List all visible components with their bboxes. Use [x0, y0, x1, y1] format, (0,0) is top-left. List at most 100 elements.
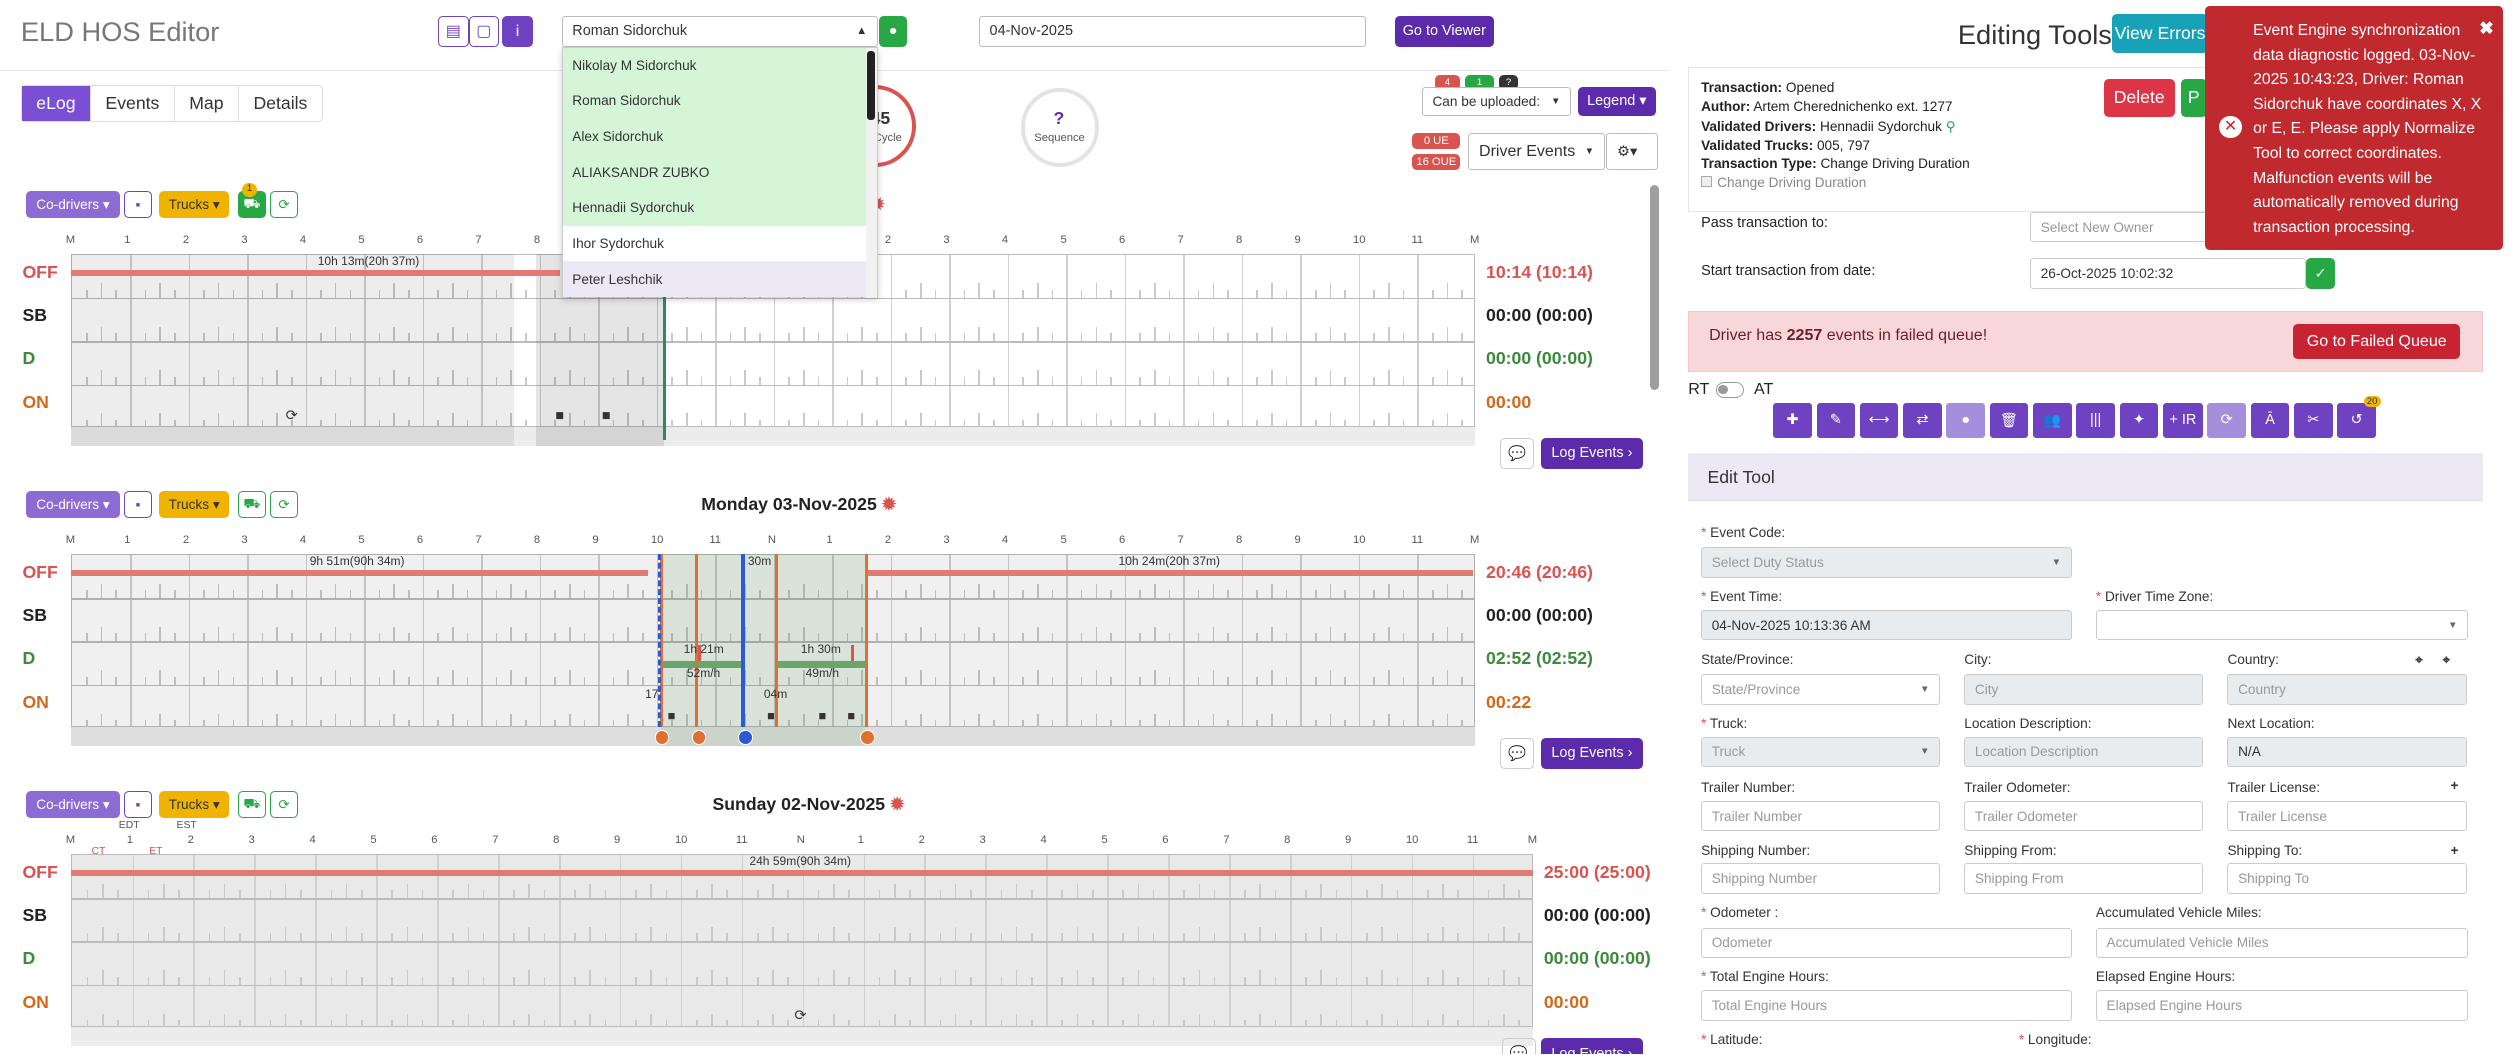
p-button[interactable]: P	[2180, 78, 2207, 118]
swap-icon[interactable]: ⇄	[1903, 402, 1942, 439]
view-errors-button[interactable]: View Errors	[2111, 14, 2209, 53]
refresh-icon[interactable]: ⟳	[269, 491, 299, 519]
dropdown-option[interactable]: Roman Sidorchuk	[562, 83, 877, 119]
truck-icon[interactable]: ▪	[123, 190, 153, 219]
normalize-icon[interactable]: Ā	[2250, 402, 2290, 439]
pass-select[interactable]: Select New Owner	[2030, 211, 2228, 243]
location-pin-icon[interactable]	[654, 730, 670, 745]
note-icon[interactable]: ▢	[468, 16, 500, 47]
tab-map[interactable]: Map	[175, 86, 239, 121]
document-icon[interactable]: ▤	[438, 16, 469, 47]
comment-icon[interactable]: 💬	[1500, 438, 1535, 469]
rt-at-toggle[interactable]	[1715, 381, 1745, 398]
info-icon[interactable]: i	[502, 16, 533, 47]
dropdown-option[interactable]: Ihor Sydorchuk	[563, 226, 877, 262]
city-input[interactable]: City	[1964, 674, 2204, 705]
columns-icon[interactable]: |||	[2076, 402, 2115, 439]
tab-details[interactable]: Details	[239, 86, 322, 121]
state-select[interactable]: State/Province ▼	[1701, 674, 1941, 705]
refresh-icon[interactable]: ⟳	[2207, 402, 2246, 439]
total-engine-hours-input[interactable]: Total Engine Hours	[1701, 990, 2072, 1021]
driver-select[interactable]: Roman Sidorchuk ▲	[561, 16, 878, 47]
event-code-select[interactable]: Select Duty Status ▼	[1701, 547, 2072, 578]
start-date-input[interactable]: 26-Oct-2025 10:02:32	[2030, 258, 2307, 289]
shipping-from-input[interactable]: Shipping From	[1964, 863, 2204, 894]
tab-elog[interactable]: eLog	[21, 86, 91, 121]
shipping-number-input[interactable]: Shipping Number	[1701, 863, 1941, 894]
location-icon[interactable]: ⌖	[2415, 652, 2423, 668]
accumulated-miles-input[interactable]: Accumulated Vehicle Miles	[2095, 927, 2469, 959]
location-description-input[interactable]: Location Description	[1964, 736, 2204, 768]
dropdown-option[interactable]: Hennadii Sydorchuk	[562, 190, 877, 226]
trailer-number-input[interactable]: Trailer Number	[1701, 800, 1941, 832]
trailer-odometer-input[interactable]: Trailer Odometer	[1964, 800, 2204, 832]
dropdown-option[interactable]: Peter Leshchik	[562, 261, 877, 297]
add-trailer-icon[interactable]: +	[2451, 778, 2459, 793]
truck-icon[interactable]: ▪	[123, 791, 153, 819]
hour-label: 6	[416, 234, 424, 247]
settings-dropdown[interactable]: ⚙▾	[1606, 133, 1658, 171]
scissors-icon[interactable]: ✂	[2294, 402, 2333, 439]
go-to-viewer-button[interactable]: Go to Viewer	[1394, 16, 1495, 47]
trucks-dropdown[interactable]: Trucks ▾	[158, 190, 230, 219]
left-scrollbar[interactable]	[1649, 184, 1660, 390]
history-icon[interactable]: ↺ 20	[2337, 396, 2381, 439]
truck-add-icon[interactable]: ⛟	[237, 491, 267, 519]
odometer-input[interactable]: Odometer	[1701, 927, 2072, 959]
magic-icon[interactable]: ✦	[2119, 402, 2159, 439]
upload-select[interactable]: Can be uploaded: ▼	[1421, 86, 1572, 116]
truck-select[interactable]: Truck ▼	[1701, 736, 1941, 768]
pencil-icon[interactable]: ✎	[1816, 402, 1856, 439]
event-time-input[interactable]: 04-Nov-2025 10:13:36 AM	[1701, 609, 2072, 641]
user-icon[interactable]: ●	[1946, 402, 1985, 439]
country-input[interactable]: Country	[2227, 674, 2467, 705]
timezone-select[interactable]: ▼	[2095, 609, 2469, 641]
trucks-dropdown[interactable]: Trucks ▾	[158, 791, 230, 819]
trucks-dropdown[interactable]: Trucks ▾	[158, 491, 230, 519]
shipping-to-input[interactable]: Shipping To	[2227, 863, 2467, 894]
change-driving-checkbox[interactable]: Change Driving Duration	[1701, 175, 1866, 190]
dropdown-scrollbar[interactable]	[865, 47, 877, 298]
tab-events[interactable]: Events	[91, 86, 175, 121]
add-ir-button[interactable]: + IR	[2162, 402, 2203, 439]
location-pin-icon[interactable]	[738, 730, 753, 745]
location-icon[interactable]: ⌖	[2443, 652, 2451, 668]
add-shipping-icon[interactable]: +	[2451, 843, 2459, 858]
dropdown-option[interactable]: Alex Sidorchuk	[562, 118, 877, 155]
dropdown-option[interactable]: Nikolay M Sidorchuk	[562, 47, 877, 84]
date-input[interactable]: 04-Nov-2025	[978, 16, 1366, 47]
codrivers-dropdown[interactable]: Co-drivers ▾	[25, 190, 121, 219]
truck-add-icon[interactable]: ⛟	[237, 791, 267, 819]
log-events-button[interactable]: Log Events ›	[1540, 738, 1644, 769]
check-icon[interactable]: ✓	[2306, 258, 2335, 289]
off-duty-line	[70, 269, 561, 276]
elapsed-engine-hours-input[interactable]: Elapsed Engine Hours	[2095, 990, 2469, 1021]
trailer-license-input[interactable]: Trailer License	[2227, 800, 2467, 832]
next-location-input[interactable]: N/A	[2227, 736, 2467, 768]
log-events-button[interactable]: Log Events ›	[1540, 438, 1644, 469]
group-icon[interactable]: 👥	[2033, 402, 2072, 439]
log-events-button[interactable]: Log Events ›	[1540, 1038, 1644, 1055]
driver-events-select[interactable]: Driver Events ▼	[1468, 133, 1605, 171]
trash-icon[interactable]: 🗑	[1989, 402, 2029, 439]
resize-icon[interactable]: ⟷	[1859, 402, 1899, 439]
truck-icon[interactable]: ▪	[123, 491, 153, 519]
state-label: State/Province:	[1701, 651, 1794, 667]
legend-button[interactable]: Legend ▾	[1577, 86, 1657, 116]
refresh-icon[interactable]: ⟳	[269, 190, 299, 219]
codrivers-dropdown[interactable]: Co-drivers ▾	[25, 791, 121, 819]
failed-queue-button[interactable]: Go to Failed Queue	[2293, 324, 2461, 360]
location-pin-icon[interactable]	[860, 730, 875, 745]
add-icon[interactable]: ✚	[1773, 402, 1812, 439]
refresh-icon[interactable]: ⟳	[269, 791, 299, 819]
comment-icon[interactable]: 💬	[1502, 1038, 1536, 1055]
driver-events-value: Driver Events	[1479, 142, 1576, 161]
caret-icon: ▼	[1920, 683, 1930, 695]
dropdown-option[interactable]: ALIAKSANDR ZUBKO	[562, 154, 877, 191]
codrivers-dropdown[interactable]: Co-drivers ▾	[25, 491, 121, 519]
driver-profile-button[interactable]: ●	[879, 16, 907, 47]
comment-icon[interactable]: 💬	[1500, 738, 1535, 769]
location-pin-icon[interactable]	[691, 730, 707, 745]
close-icon[interactable]: ✖	[2479, 16, 2494, 41]
delete-button[interactable]: Delete	[2103, 78, 2175, 118]
